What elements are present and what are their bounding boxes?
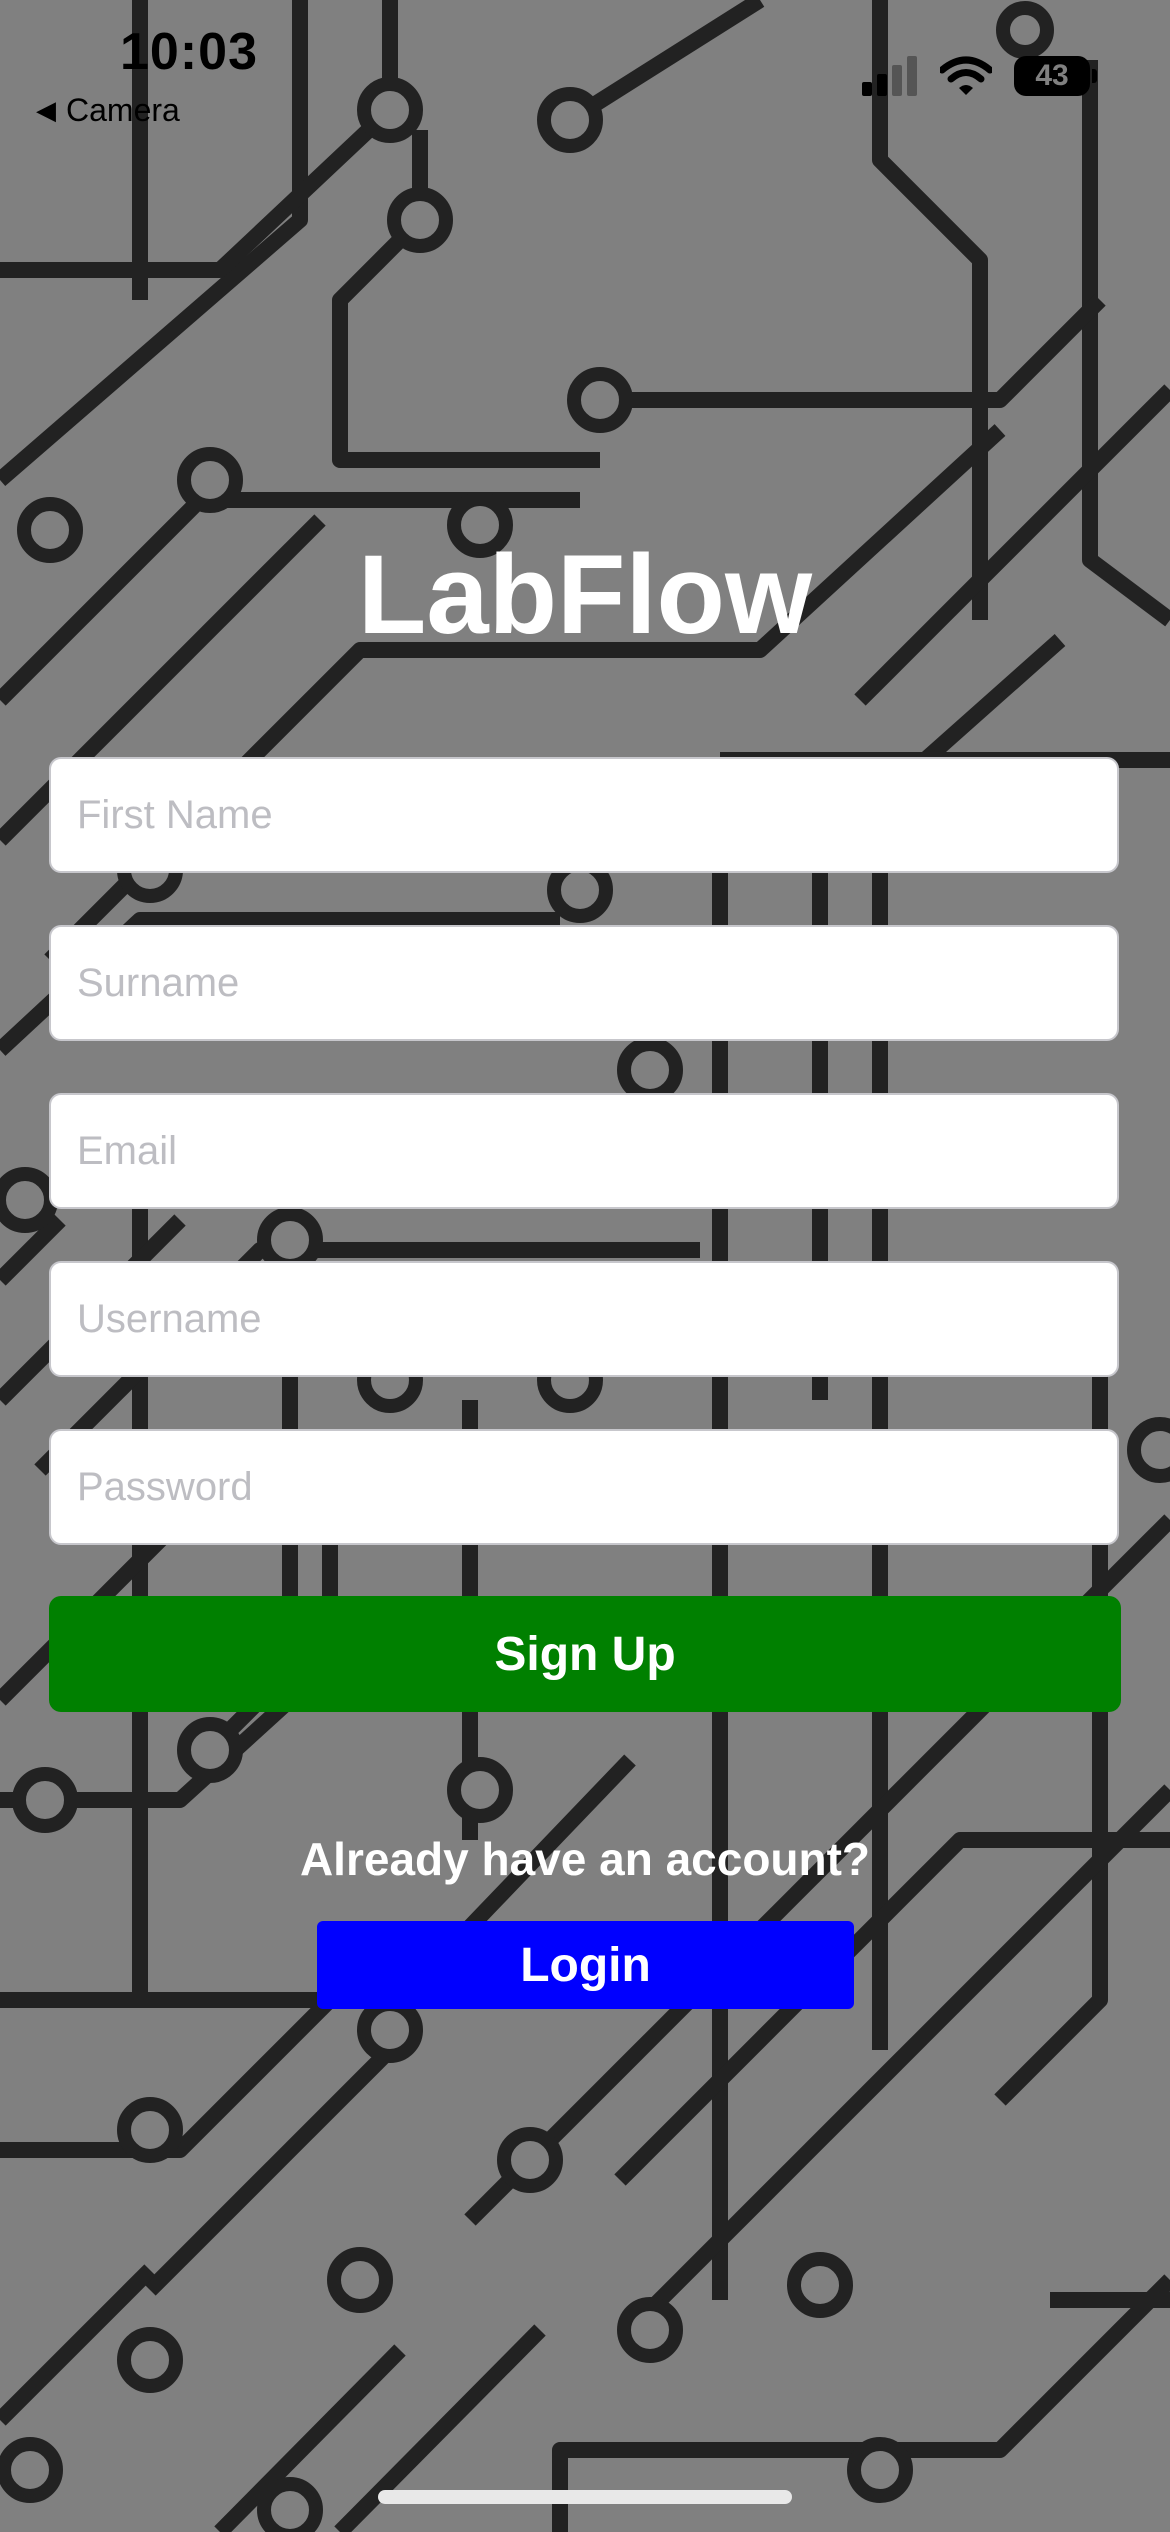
back-link-label: Camera bbox=[66, 92, 180, 128]
back-to-camera-link[interactable]: ◀ Camera bbox=[36, 92, 180, 129]
battery-level: 43 bbox=[1035, 59, 1069, 92]
already-have-account-text: Already have an account? bbox=[299, 1833, 871, 1885]
email-input[interactable] bbox=[49, 1093, 1119, 1209]
login-button[interactable]: Login bbox=[317, 1921, 854, 2009]
status-icons: 43 bbox=[862, 56, 1097, 96]
surname-input[interactable] bbox=[49, 925, 1119, 1041]
password-input[interactable] bbox=[49, 1429, 1119, 1545]
home-indicator[interactable] bbox=[378, 2490, 792, 2504]
signup-screen: 10:03 ◀ Camera 43 LabFlow Sign Up Alread… bbox=[0, 0, 1170, 2532]
status-time: 10:03 bbox=[120, 23, 258, 81]
back-arrow-icon: ◀ bbox=[36, 95, 56, 125]
sign-up-button[interactable]: Sign Up bbox=[49, 1596, 1121, 1712]
app-title: LabFlow bbox=[357, 532, 813, 657]
first-name-input[interactable] bbox=[49, 757, 1119, 873]
wifi-icon bbox=[940, 56, 992, 95]
cellular-signal-icon bbox=[862, 56, 917, 96]
battery-icon: 43 bbox=[1014, 56, 1097, 96]
username-input[interactable] bbox=[49, 1261, 1119, 1377]
